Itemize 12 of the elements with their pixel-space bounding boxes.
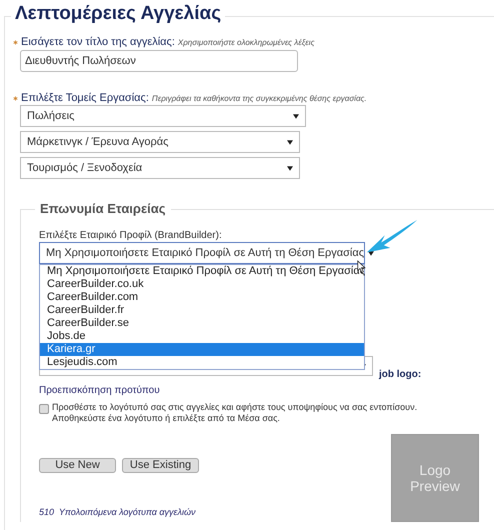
field-hint: Χρησιμοποιήστε ολοκληρωμένες λέξεις — [178, 38, 314, 47]
section-title: Λεπτομέρειες Αγγελίας — [11, 3, 226, 25]
checkbox-label: Αποθηκεύστε ένα λογότυπο ή επιλέξτε από τα Μέσα σας. — [52, 413, 281, 424]
remaining-logos-text: 510 Υπολοιπόμενα λογότυπα αγγελιών — [39, 507, 196, 517]
field-label: job logo: — [379, 369, 422, 380]
field-label: Επιλέξτε Τομείς Εργασίας: — [21, 92, 149, 104]
logo-preview: Logo Preview — [391, 434, 479, 522]
field-label: Επιλέξτε Εταιρικό Προφίλ (BrandBuilder): — [39, 229, 222, 241]
checkbox-label: Προσθέστε το λογότυπό σας στις αγγελίες και αφήστε τους υποψηφίους να σας εντοπίσουν. — [52, 402, 418, 413]
section-title: Επωνυμία Εταιρείας — [35, 201, 170, 216]
field-hint: Περιγράφει τα καθήκοντα της συγκεκριμένης θέσης εργασίας. — [152, 94, 367, 103]
field-label: Εισάγετε τον τίτλο της αγγελίας: — [21, 36, 175, 48]
